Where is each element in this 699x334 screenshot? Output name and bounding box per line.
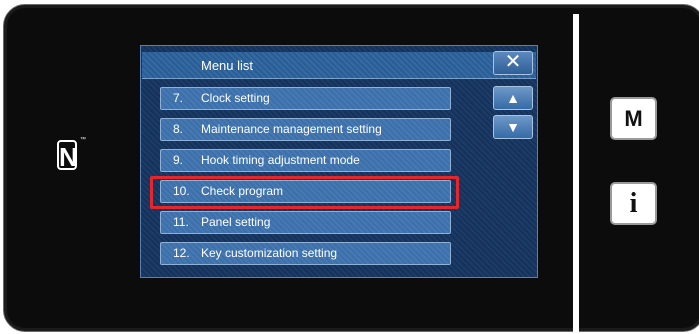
menu-item-label: Clock setting	[201, 91, 270, 105]
nfc-trademark: ™	[80, 137, 86, 143]
menu-item-number: 8.	[173, 122, 184, 136]
menu-item-hook-timing-adjustment-mode[interactable]: 9. Hook timing adjustment mode	[160, 149, 451, 172]
menu-item-maintenance-management-setting[interactable]: 8. Maintenance management setting	[160, 118, 451, 141]
menu-item-number: 7.	[173, 91, 184, 105]
scroll-down-button[interactable]: ▼	[493, 115, 533, 139]
close-button[interactable]: ✕	[493, 51, 533, 75]
menu-item-label: Hook timing adjustment mode	[201, 153, 360, 167]
menu-item-clock-setting[interactable]: 7. Clock setting	[160, 87, 451, 110]
dialog-title: Menu list	[201, 58, 254, 73]
menu-item-label: Panel setting	[201, 215, 271, 229]
menu-item-label: Maintenance management setting	[201, 122, 382, 136]
menu-item-label: Key customization setting	[201, 246, 338, 260]
screen-divider	[573, 14, 579, 334]
menu-item-number: 11.	[173, 215, 189, 229]
information-button[interactable]: i	[610, 182, 657, 225]
selection-highlight-frame	[150, 176, 459, 209]
menu-item-number: 12.	[173, 246, 190, 260]
nfc-icon: N	[57, 140, 78, 172]
menu-item-key-customization-setting[interactable]: 12. Key customization setting	[160, 242, 451, 265]
m-button[interactable]: M	[610, 97, 657, 140]
scroll-up-button[interactable]: ▲	[493, 86, 533, 110]
menu-item-panel-setting[interactable]: 11. Panel setting	[160, 211, 451, 234]
menu-item-number: 9.	[173, 153, 184, 167]
